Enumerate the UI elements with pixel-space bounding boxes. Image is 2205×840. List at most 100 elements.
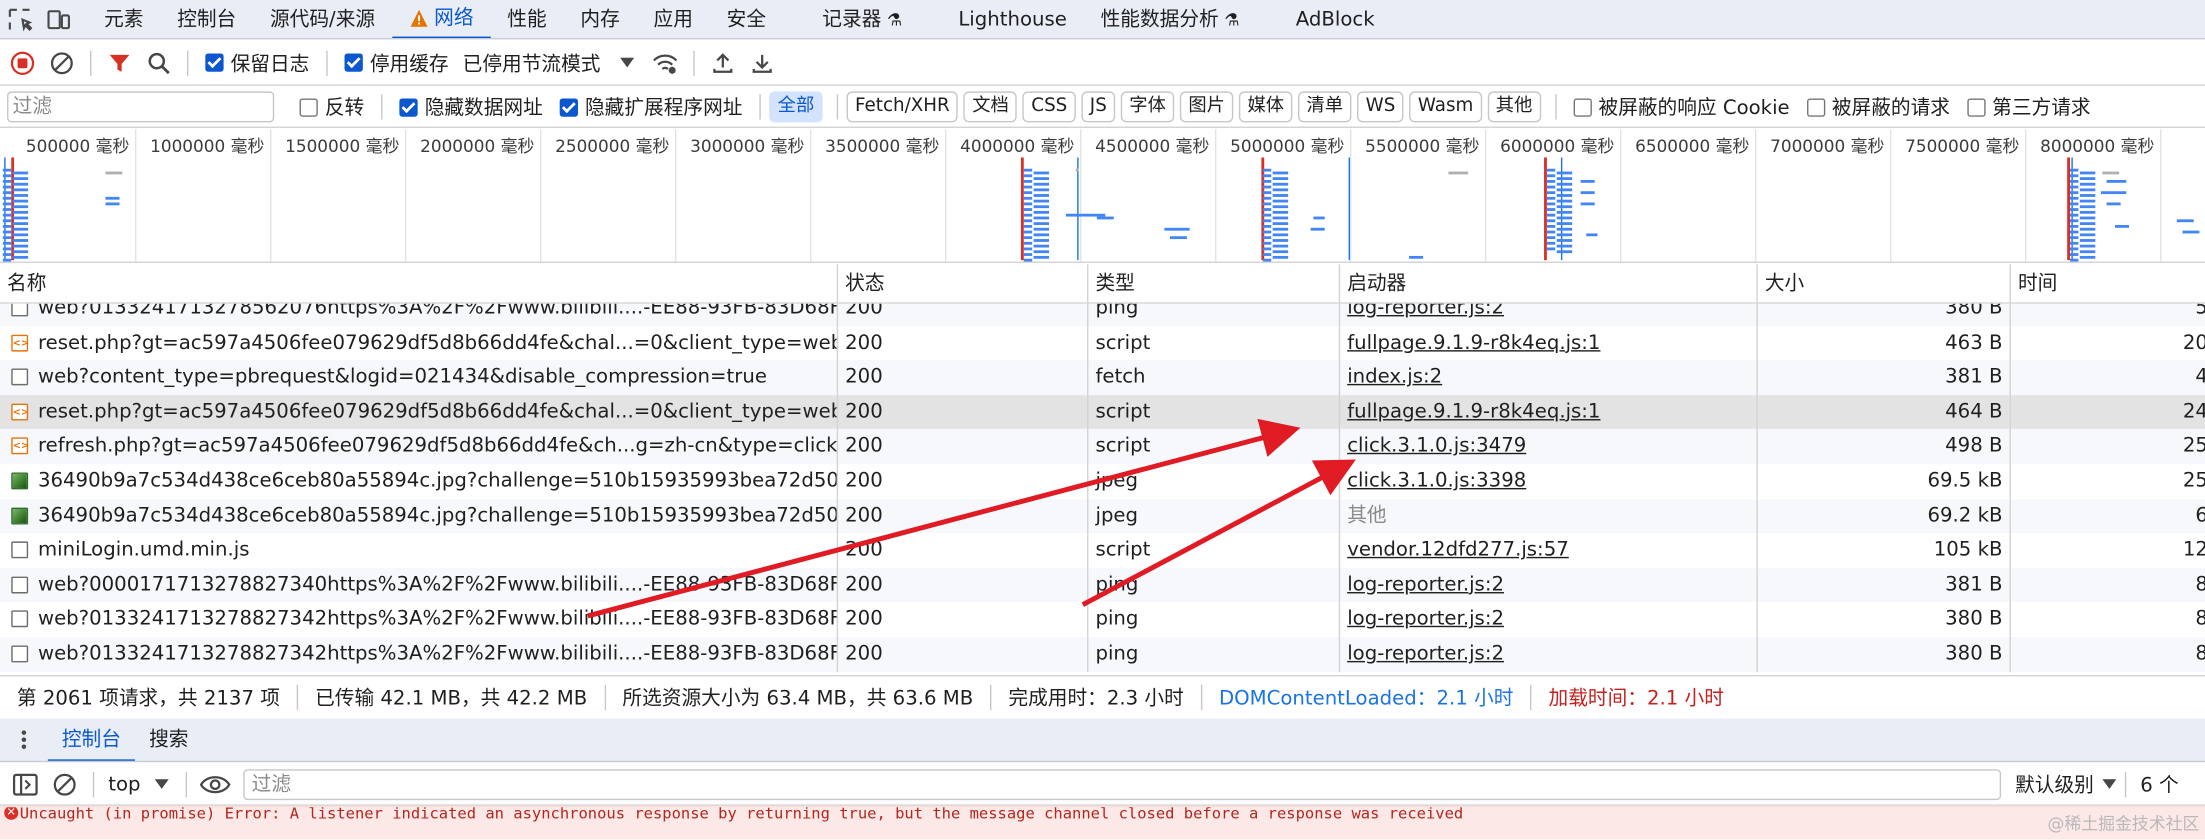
network-conditions-icon[interactable] [645,43,684,82]
checkbox-checked[interactable] [344,53,363,72]
context-select[interactable]: top [108,773,169,795]
type-filter-img[interactable]: 图片 [1179,91,1234,123]
type-filter-ws[interactable]: WS [1357,91,1404,123]
hide-extension-urls-checkbox[interactable]: 隐藏扩展程序网址 [559,93,743,121]
table-row[interactable]: 36490b9a7c534d438ce6ceb80a55894c.jpg?cha… [0,498,2205,534]
type-filter-wasm[interactable]: Wasm [1409,91,1482,123]
filter-icon[interactable] [100,43,139,82]
table-row[interactable]: <> reset.php?gt=ac597a4506fee079629df5d8b… [0,394,2205,430]
request-size-text: 381 B [1945,573,2003,596]
request-initiator-text[interactable]: click.3.1.0.js:3398 [1347,470,1526,493]
type-filter-doc[interactable]: 文档 [963,91,1018,123]
blocked-requests-checkbox[interactable]: 被屏蔽的请求 [1806,93,1950,121]
request-bar [2,185,12,189]
request-initiator-text[interactable]: log-reporter.js:2 [1347,608,1504,631]
request-initiator-text[interactable]: vendor.12dfd277.js:57 [1347,539,1569,562]
checkbox-unchecked[interactable] [1966,97,1986,117]
checkbox-checked[interactable] [559,97,578,117]
request-type-text: script [1095,331,1151,354]
export-har-icon[interactable] [743,43,782,82]
throttling-select[interactable]: 已停用节流模式 [463,49,635,77]
drawer-tab-console[interactable]: 控制台 [47,719,135,761]
tab-performance-insights[interactable]: 性能数据分析 ⚗ [1084,0,1257,38]
tab-application[interactable]: 应用 [637,0,710,38]
table-row[interactable]: <> reset.php?gt=ac597a4506fee079629df5d8b… [0,325,2205,361]
request-initiator-text[interactable]: log-reporter.js:2 [1347,643,1504,666]
tab-elements[interactable]: 元素 [87,0,160,38]
summary-bar: 第 2061 项请求，共 2137 项 已传输 42.1 MB，共 42.2 M… [0,675,2205,718]
request-initiator-text[interactable]: log-reporter.js:2 [1347,573,1504,596]
type-filter-css[interactable]: CSS [1022,91,1076,123]
table-row[interactable]: web?0133241713278562076https%3A%2F%2Fwww… [0,303,2205,326]
drawer-tab-search[interactable]: 搜索 [135,719,203,761]
column-initiator[interactable]: 启动器 [1338,264,1757,304]
column-size[interactable]: 大小 [1756,264,2009,304]
type-filter-all[interactable]: 全部 [769,91,823,123]
table-row[interactable]: web?0133241713278827342https%3A%2F%2Fwww… [0,602,2205,638]
type-filter-js[interactable]: JS [1081,91,1116,123]
tab-adblock[interactable]: AdBlock [1279,0,1392,38]
table-row[interactable]: web?content_type=pbrequest&logid=021434&… [0,360,2205,395]
log-level-select[interactable]: 默认级别 [2015,770,2117,798]
filter-input[interactable]: 过滤 [7,91,275,123]
clear-icon[interactable] [42,43,81,82]
import-har-icon[interactable] [703,43,742,82]
console-error-message[interactable]: ✕ Uncaught (in promise) Error: A listene… [0,805,2205,840]
timeline-gridline [2025,129,2027,262]
dcl-value: 2.1 小时 [1436,686,1514,710]
tab-recorder[interactable]: 记录器 ⚗ [805,0,919,38]
table-row[interactable]: miniLogin.umd.min.js 200 script vendor.12df… [0,533,2205,568]
more-tools-icon[interactable] [0,720,48,759]
request-initiator-text[interactable]: index.js:2 [1347,366,1442,389]
type-filter-font[interactable]: 字体 [1120,91,1175,123]
search-icon[interactable] [139,43,178,82]
tab-sources[interactable]: 源代码/来源 [253,0,392,38]
column-type[interactable]: 类型 [1087,264,1339,304]
type-filter-other[interactable]: 其他 [1487,91,1541,123]
third-party-checkbox[interactable]: 第三方请求 [1966,93,2091,121]
sidebar-toggle-icon[interactable] [6,764,45,803]
request-initiator-text[interactable]: fullpage.9.1.9-r8k4eq.js:1 [1347,400,1600,423]
checkbox-unchecked[interactable] [1806,97,1825,117]
request-bar [2079,210,2096,214]
table-row[interactable]: web?0000171713278827340https%3A%2F%2Fwww… [0,567,2205,603]
request-status: 200 [836,498,1087,534]
type-filter-media[interactable]: 媒体 [1239,91,1293,123]
device-toolbar-icon[interactable] [39,0,78,38]
stop-recording-icon[interactable] [3,43,42,82]
filter-bar: 过滤 反转 隐藏数据网址 隐藏扩展程序网址 全部 Fetch/XHR 文档 CS… [0,87,2205,128]
column-time[interactable]: 时间 [2009,264,2205,304]
tab-console[interactable]: 控制台 [160,0,253,38]
console-filter-input[interactable]: 过滤 [243,768,2002,800]
checkbox-checked[interactable] [205,53,224,72]
tab-security[interactable]: 安全 [710,0,783,38]
checkbox-unchecked[interactable] [1573,97,1592,117]
tab-network[interactable]: 网络 [391,0,491,38]
table-row[interactable]: web?0133241713278827342https%3A%2F%2Fwww… [0,637,2205,672]
type-filter-fetch-xhr[interactable]: Fetch/XHR [846,91,959,123]
hide-data-urls-checkbox[interactable]: 隐藏数据网址 [399,93,543,121]
disable-cache-checkbox[interactable]: 停用缓存 [344,49,449,77]
issues-count[interactable]: 6 个 [2140,770,2178,798]
request-bar [1546,241,1556,245]
invert-checkbox[interactable]: 反转 [299,93,364,121]
request-initiator-text[interactable]: click.3.1.0.js:3479 [1347,435,1526,458]
column-status[interactable]: 状态 [836,264,1087,304]
blocked-cookies-checkbox[interactable]: 被屏蔽的响应 Cookie [1573,93,1790,121]
column-name[interactable]: 名称 [0,264,837,303]
timeline-overview[interactable]: 500000 毫秒 1000000 毫秒 1500000 毫秒 2000000 毫秒 2… [0,129,2205,263]
tab-performance[interactable]: 性能 [490,0,563,38]
checkbox-checked[interactable] [399,97,418,117]
request-initiator-text[interactable]: fullpage.9.1.9-r8k4eq.js:1 [1347,331,1600,354]
clear-console-icon[interactable] [45,764,84,803]
tab-memory[interactable]: 内存 [564,0,637,38]
tab-lighthouse[interactable]: Lighthouse [941,0,1083,38]
live-expression-eye-icon[interactable] [195,764,234,803]
preserve-log-checkbox[interactable]: 保留日志 [205,49,309,77]
inspect-element-icon[interactable] [0,0,39,38]
checkbox-unchecked[interactable] [299,97,318,117]
type-filter-manifest[interactable]: 清单 [1298,91,1352,123]
table-row[interactable]: 36490b9a7c534d438ce6ceb80a55894c.jpg?cha… [0,464,2205,499]
request-initiator-text[interactable]: log-reporter.js:2 [1347,304,1504,319]
table-row[interactable]: <> refresh.php?gt=ac597a4506fee079629df5d… [0,429,2205,465]
